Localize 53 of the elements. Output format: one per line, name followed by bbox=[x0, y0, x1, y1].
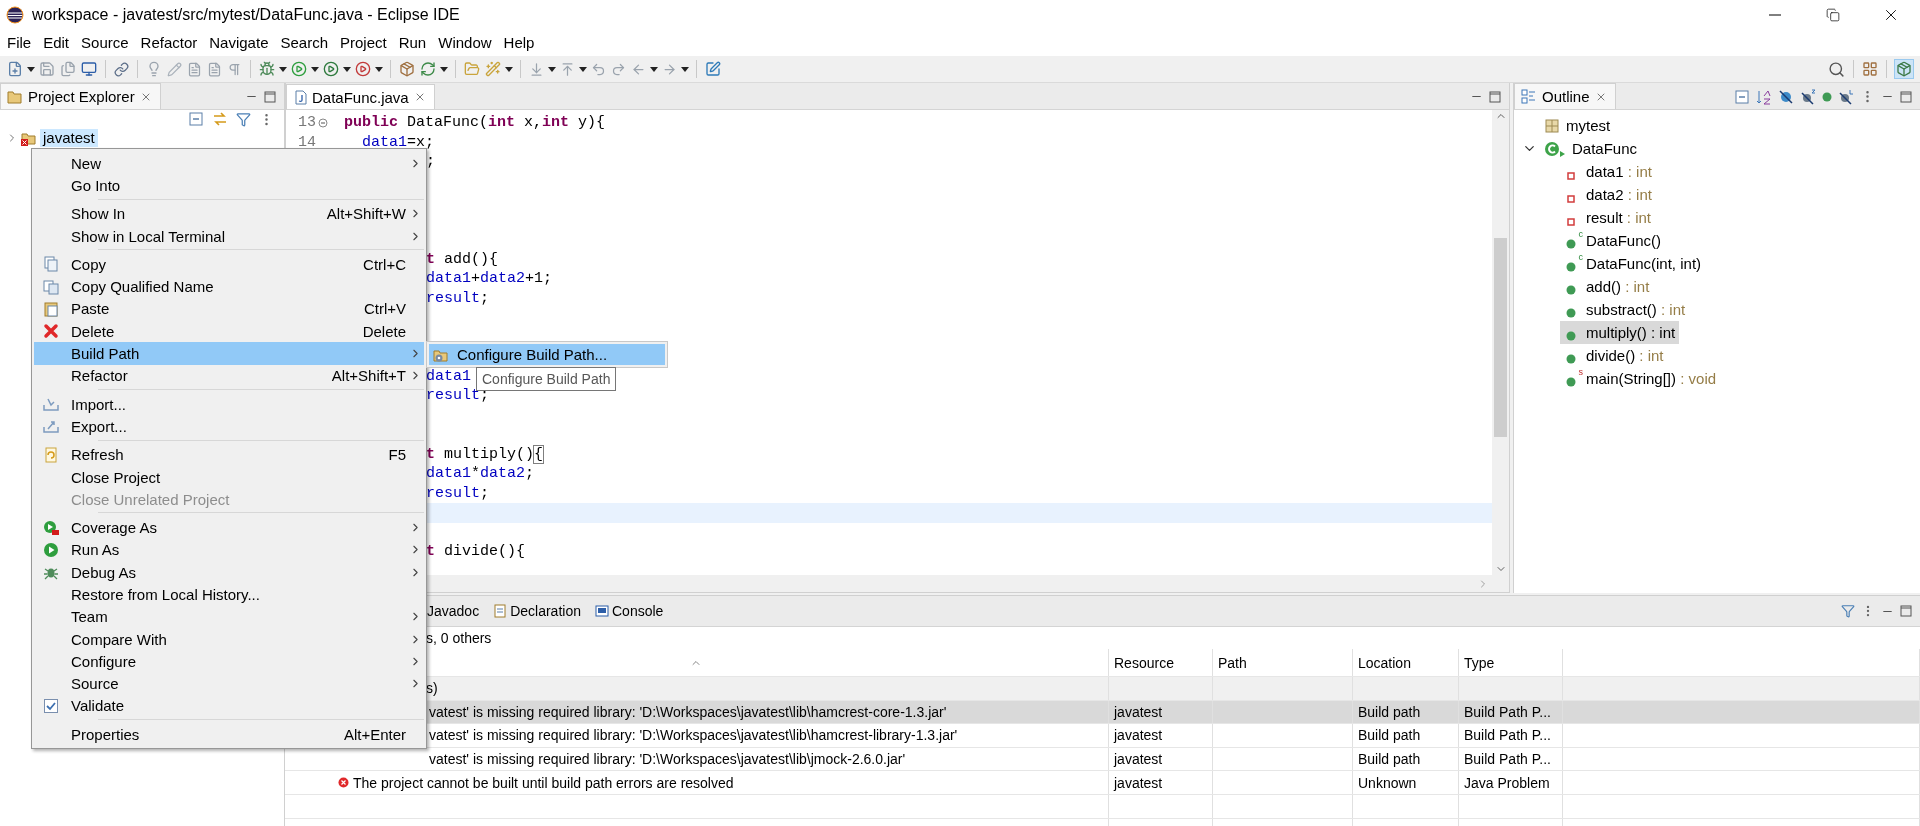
outline-label: DataFunc() bbox=[1586, 232, 1662, 249]
table-cell: javatest bbox=[1114, 703, 1163, 720]
outline-label: divide() : int bbox=[1586, 347, 1664, 364]
line-number: 14 bbox=[297, 133, 316, 151]
table-cell: Build path bbox=[1358, 727, 1421, 744]
shortcut-text: Alt+Shift+W bbox=[326, 205, 406, 223]
modifier-letter: s bbox=[1578, 366, 1583, 377]
table-cell: javatest bbox=[1114, 727, 1163, 744]
modifier-letter: c bbox=[1578, 228, 1583, 239]
shortcut-text: Delete bbox=[362, 322, 406, 340]
table-cell: Unknown bbox=[1358, 774, 1417, 791]
outline-label: add() : int bbox=[1586, 278, 1650, 295]
table-cell: s) bbox=[426, 680, 438, 697]
outline-label: substract() : int bbox=[1586, 301, 1686, 318]
summary-text: s, 0 others bbox=[426, 630, 492, 646]
shortcut-text: Alt+Enter bbox=[343, 725, 406, 743]
table-cell: javatest bbox=[1114, 751, 1163, 768]
code-line: result; bbox=[426, 484, 490, 502]
outline-label: data2 : int bbox=[1586, 186, 1652, 203]
outline-label: multiply() : int bbox=[1586, 324, 1676, 341]
table-cell: Java Problem bbox=[1464, 774, 1550, 791]
outline-label: DataFunc(int, int) bbox=[1586, 255, 1702, 272]
table-cell: vatest' is missing required library: 'D:\Workspaces\javatest\lib\hamcrest-core-1.3.jar' bbox=[429, 703, 947, 720]
shortcut-text: Alt+Shift+T bbox=[331, 367, 406, 385]
table-cell: The project cannot be built until build path errors are resolved bbox=[353, 774, 734, 791]
code-line: data1=x; bbox=[362, 133, 435, 151]
table-cell: javatest bbox=[1114, 774, 1163, 791]
outline-label: result : int bbox=[1586, 209, 1652, 226]
shortcut-text: Ctrl+V bbox=[363, 300, 406, 318]
table-cell: Build path bbox=[1358, 703, 1421, 720]
code-line: data1+data2+1; bbox=[426, 270, 553, 288]
shortcut-text: F5 bbox=[388, 446, 406, 464]
code-line: public DataFunc(int x,int y){ bbox=[344, 114, 606, 132]
code-line: data1*data2; bbox=[426, 465, 535, 483]
table-cell: vatest' is missing required library: 'D:\Workspaces\javatest\lib\jmock-2.6.0.jar' bbox=[429, 751, 906, 768]
tooltip: Configure Build Path bbox=[476, 367, 617, 391]
table-cell: Build Path P... bbox=[1464, 727, 1551, 744]
code-line: ; bbox=[426, 153, 435, 171]
table-cell: Build Path P... bbox=[1464, 751, 1551, 768]
outline-label: data1 : int bbox=[1586, 163, 1652, 180]
table-cell: vatest' is missing required library: 'D:\Workspaces\javatest\lib\hamcrest-library-1.3.jar' bbox=[429, 727, 958, 744]
shortcut-text: Ctrl+C bbox=[363, 255, 406, 273]
code-line: result; bbox=[426, 289, 490, 307]
modifier-letter: c bbox=[1578, 251, 1583, 262]
window-title: workspace - javatest/src/mytest/DataFunc.java - Eclipse IDE bbox=[32, 5, 460, 24]
code-line: t multiply(){ bbox=[426, 445, 544, 463]
code-line: t divide(){ bbox=[426, 543, 526, 561]
table-cell: Build path bbox=[1358, 751, 1421, 768]
table-cell: Build Path P... bbox=[1464, 703, 1551, 720]
code-line: t add(){ bbox=[426, 250, 499, 268]
code-line: data1 bbox=[426, 367, 471, 385]
line-number: 13 bbox=[297, 114, 316, 132]
outline-label: main(String[]) : void bbox=[1586, 370, 1717, 387]
